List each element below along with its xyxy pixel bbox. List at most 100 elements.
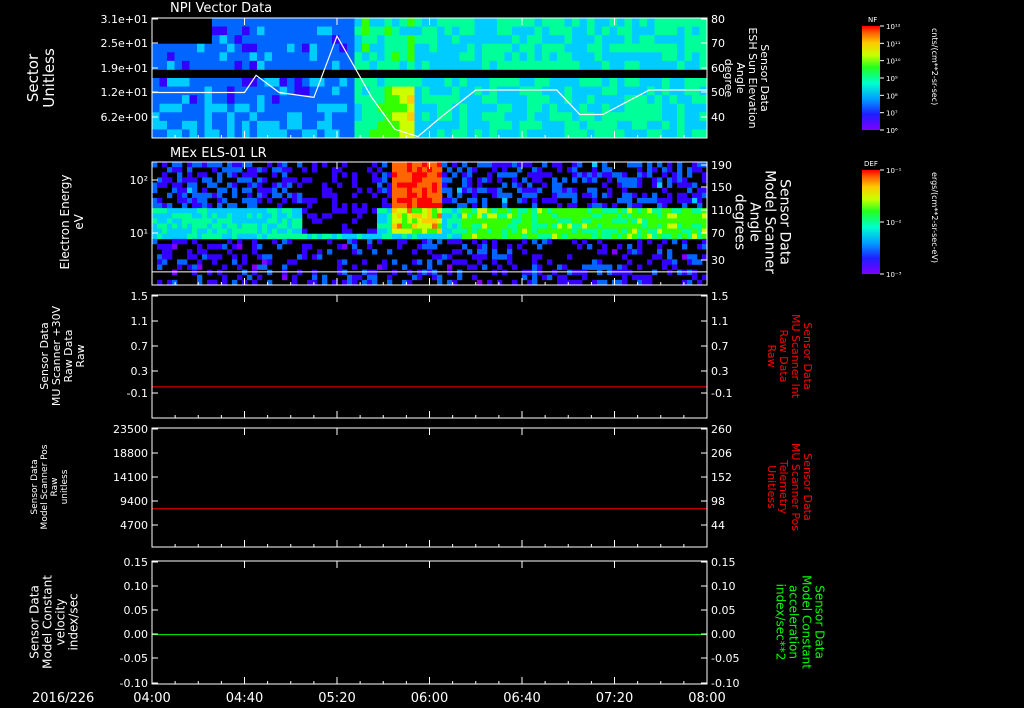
heatmap-cell [219,35,228,45]
heatmap-cell [662,218,668,224]
heatmap-cell [407,112,415,122]
heatmap-cell [187,233,193,240]
heatmap-cell [159,103,168,113]
heatmap-cell [437,78,445,87]
heatmap-cell [567,213,573,219]
heatmap-cell [474,120,483,130]
heatmap-cell [497,120,505,130]
heatmap-cell [294,129,303,139]
heatmap-cell [182,208,188,214]
heatmap-cell [647,26,655,36]
heatmap-cell [497,129,505,139]
heatmap-cell [677,182,683,188]
heatmap-cell [167,279,173,286]
heatmap-cell [487,172,493,178]
heatmap-cell [447,213,453,219]
heatmap-cell [687,187,693,194]
heatmap-cell [302,120,310,130]
heatmap-cell [282,218,288,224]
heatmap-cell [279,18,288,27]
heatmap-cell [472,192,478,199]
heatmap-cell [622,223,628,229]
heatmap-cell [202,197,208,204]
heatmap-cell [407,182,413,188]
heatmap-cell [282,197,288,204]
right-y-tick-label: 40 [711,111,725,124]
heatmap-cell [152,120,160,130]
heatmap-cell [637,238,643,245]
right-y-tick-label: 70 [711,227,725,240]
heatmap-cell [157,279,163,286]
heatmap-cell [459,43,468,53]
heatmap-cell [174,129,183,139]
heatmap-cell [542,218,548,224]
heatmap-cell [542,162,548,168]
heatmap-cell [447,228,453,235]
heatmap-cell [242,254,248,260]
heatmap-cell [414,26,423,36]
heatmap-cell [617,43,625,53]
heatmap-cell [342,172,348,178]
heatmap-cell [422,18,430,27]
heatmap-cell [457,238,463,245]
heatmap-cell [437,177,443,183]
heatmap-cell [632,213,638,219]
heatmap-cell [427,244,433,250]
heatmap-cell [482,208,488,214]
heatmap-cell [192,177,198,183]
heatmap-cell [622,197,628,204]
heatmap-cell [352,249,358,255]
heatmap-cell [489,95,498,105]
heatmap-cell [167,233,173,240]
heatmap-cell [444,129,453,139]
heatmap-cell [647,172,653,178]
heatmap-cell [347,120,355,130]
heatmap-cell [497,208,503,214]
heatmap-cell [467,43,475,53]
heatmap-cell [242,208,248,214]
heatmap-cell [474,35,483,45]
heatmap-cell [257,182,263,188]
heatmap-cell [252,279,258,286]
heatmap-cell [669,86,678,96]
heatmap-cell [197,60,205,70]
heatmap-cell [162,172,168,178]
heatmap-cell [212,192,218,199]
heatmap-cell [227,167,233,173]
heatmap-cell [472,274,478,281]
heatmap-cell [414,103,423,113]
heatmap-cell [692,60,700,70]
heatmap-cell [362,103,370,113]
heatmap-cell [652,213,658,219]
heatmap-cell [482,238,488,245]
heatmap-cell [187,172,193,178]
heatmap-cell [234,35,243,45]
heatmap-cell [172,208,178,214]
heatmap-cell [302,35,310,45]
heatmap-cell [237,274,243,281]
heatmap-cell [337,264,343,270]
heatmap-cell [627,162,633,168]
heatmap-cell [624,18,633,27]
heatmap-cell [197,208,203,214]
heatmap-cell [519,103,528,113]
heatmap-cell [202,172,208,178]
heatmap-cell [639,18,648,27]
heatmap-cell [212,86,220,96]
heatmap-cell [354,43,363,53]
heatmap-cell [637,213,643,219]
heatmap-cell [262,192,268,199]
heatmap-cell [607,167,613,173]
heatmap-cell [652,192,658,199]
heatmap-cell [407,218,413,224]
heatmap-cell [272,182,278,188]
heatmap-cell [447,233,453,240]
heatmap-cell [527,26,535,36]
heatmap-cell [354,103,363,113]
heatmap-cell [174,103,183,113]
heatmap-cell [392,233,398,240]
heatmap-cell [237,213,243,219]
heatmap-cell [519,95,528,105]
heatmap-cell [459,78,468,87]
heatmap-cell [292,218,298,224]
